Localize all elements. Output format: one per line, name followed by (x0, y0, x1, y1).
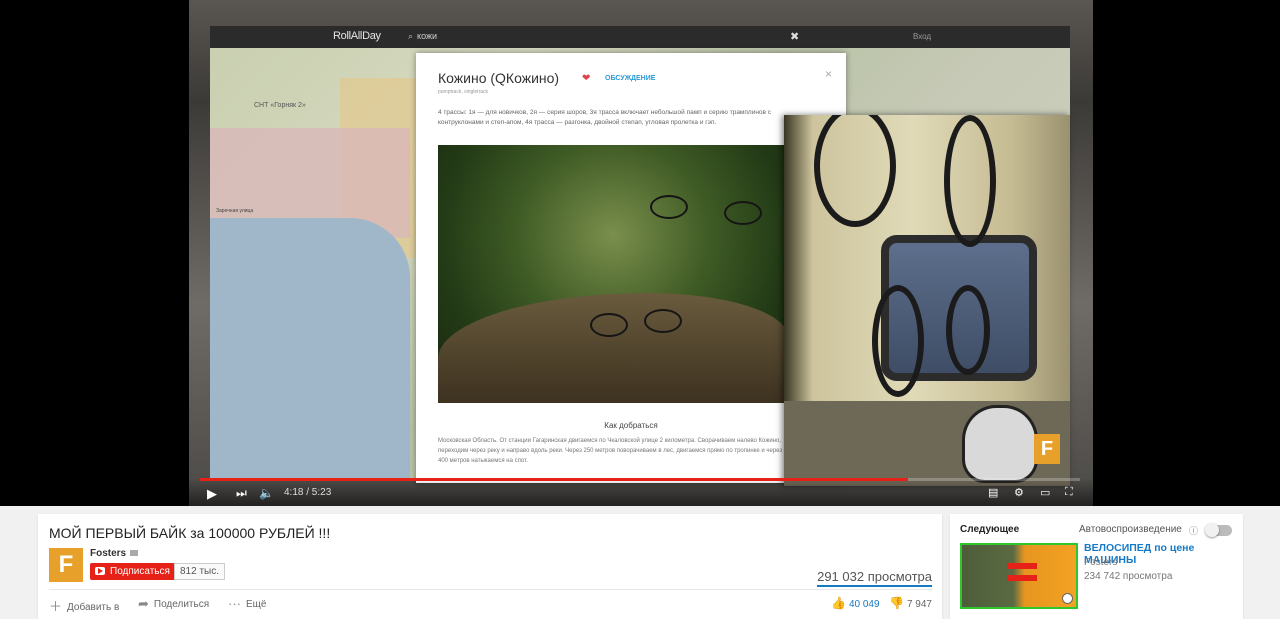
next-icon[interactable]: ⏭ (236, 486, 247, 501)
heart-icon: ❤ (582, 73, 591, 84)
site-header-bar: RollAllDay ⌕ кожи ✖ Вход (210, 26, 1070, 48)
route-text: Московская Область. От станции Гагаринск… (438, 438, 783, 464)
share-button[interactable]: ➦ Поделиться (138, 596, 209, 612)
trail-ground (438, 293, 788, 403)
next-video-thumbnail[interactable] (960, 543, 1078, 609)
video-info-panel: МОЙ ПЕРВЫЙ БАЙК за 100000 РУБЛЕЙ !!! F F… (38, 514, 942, 619)
overlay-photo: F (784, 115, 1070, 486)
site-search-text: кожи (417, 31, 438, 41)
divider (49, 589, 932, 590)
autoplay-label: Автовоспроизведение (1079, 524, 1182, 535)
spot-photo (438, 145, 788, 403)
video-player[interactable]: RollAllDay ⌕ кожи ✖ Вход СНТ «Горняк 2» З… (0, 0, 1280, 506)
subscribe-button[interactable]: Подписаться (90, 563, 176, 580)
watch-later-icon[interactable] (1062, 593, 1073, 604)
site-search: ⌕ кожи (408, 31, 437, 42)
progress-bar[interactable] (200, 478, 1080, 481)
bike-wheel (944, 115, 996, 247)
thumbnail-graphic (1007, 563, 1037, 569)
spot-description: 4 трассы: 1я — для новичков, 2я — серия … (438, 109, 772, 126)
thumbs-up-icon: 👍 (831, 596, 846, 610)
progress-fill (200, 478, 909, 481)
add-to-label: Добавить в (67, 602, 120, 613)
next-video-views: 234 742 просмотра (1084, 571, 1173, 582)
helmet (962, 405, 1038, 483)
dislike-count: 7 947 (906, 599, 932, 610)
settings-icon[interactable]: ⚙ (1014, 486, 1024, 499)
route-heading: Как добраться (604, 421, 658, 430)
channel-avatar[interactable]: F (49, 548, 83, 582)
bike-wheel (946, 285, 990, 375)
like-button[interactable]: 👍 40 049 (831, 596, 880, 610)
spot-title: Кожино (QКожино) (438, 70, 560, 86)
more-label: Ещё (246, 599, 267, 610)
player-controls (0, 478, 1280, 506)
time-display: 4:18 / 5:23 (284, 487, 332, 498)
video-frame[interactable]: RollAllDay ⌕ кожи ✖ Вход СНТ «Горняк 2» З… (189, 0, 1093, 506)
site-login: Вход (913, 32, 932, 41)
up-next-sidebar: Следующее Автовоспроизведение ⓘ ВЕЛОСИПЕ… (950, 514, 1243, 619)
rider-wheel (650, 195, 688, 219)
thumbs-down-icon: 👎 (889, 596, 904, 610)
youtube-icon (95, 567, 105, 575)
subtitles-icon[interactable]: ▤ (988, 486, 998, 499)
close-icon: × (824, 67, 832, 81)
up-next-heading: Следующее (960, 524, 1020, 535)
verified-icon (130, 550, 139, 557)
discuss-link: ОБСУЖДЕНИЕ (605, 75, 656, 82)
site-close-icon: ✖ (790, 31, 800, 43)
map-label: Заречная улица (216, 208, 254, 214)
channel-name-text: Fosters (90, 548, 127, 559)
theater-icon[interactable]: ▭ (1040, 486, 1050, 499)
rider-wheel (590, 313, 628, 337)
map-label: СНТ «Горняк 2» (254, 102, 306, 109)
fullscreen-icon[interactable]: ⛶ (1065, 486, 1073, 499)
thumbnail-graphic (1007, 575, 1037, 581)
autoplay-toggle[interactable] (1205, 523, 1232, 537)
bike-wheel (872, 285, 924, 397)
subscriber-count: 812 тыс. (174, 563, 226, 580)
more-icon: ··· (228, 596, 241, 611)
play-icon[interactable]: ▶ (207, 486, 217, 502)
channel-watermark: F (1034, 434, 1060, 464)
rider-wheel (644, 309, 682, 333)
spot-tags: pumptrack, singletrack (438, 89, 489, 95)
volume-icon[interactable]: 🔈 (259, 486, 274, 500)
share-label: Поделиться (153, 599, 210, 610)
map-water-area (210, 218, 410, 480)
search-icon: ⌕ (408, 31, 414, 41)
subscribe-label: Подписаться (110, 566, 170, 577)
view-count: 291 032 просмотра (817, 569, 932, 587)
info-icon[interactable]: ⓘ (1189, 524, 1198, 537)
plus-icon: ＋ (49, 599, 63, 614)
next-video-channel: Fosters (1084, 557, 1118, 568)
site-logo: RollAllDay (333, 30, 381, 42)
spot-modal: Кожино (QКожино) ❤ ОБСУЖДЕНИЕ × pumptrac… (416, 53, 846, 483)
like-count: 40 049 (848, 599, 880, 610)
more-button[interactable]: ··· Ещё (228, 596, 266, 611)
channel-name[interactable]: Fosters (90, 548, 139, 559)
video-title: МОЙ ПЕРВЫЙ БАЙК за 100000 РУБЛЕЙ !!! (49, 525, 331, 541)
add-to-button[interactable]: ＋ Добавить в (49, 596, 119, 615)
share-icon: ➦ (138, 596, 149, 611)
rider-wheel (724, 201, 762, 225)
dislike-button[interactable]: 👎 7 947 (889, 596, 932, 610)
